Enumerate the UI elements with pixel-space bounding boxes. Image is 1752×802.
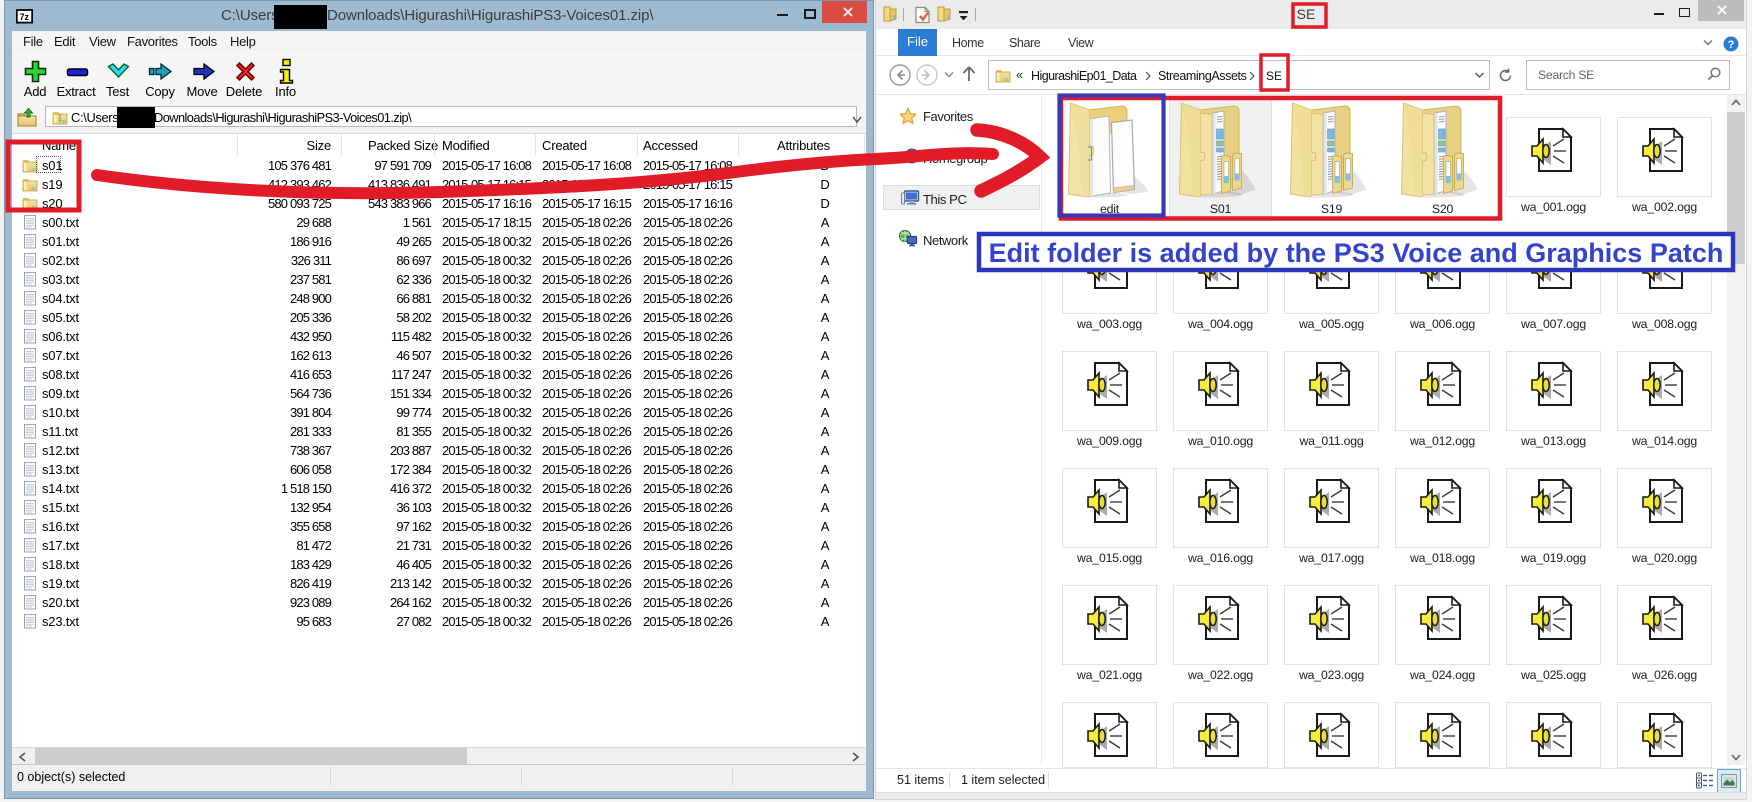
svg-text:Edit folder is added by the PS: Edit folder is added by the PS3 Voice an… bbox=[989, 238, 1724, 268]
